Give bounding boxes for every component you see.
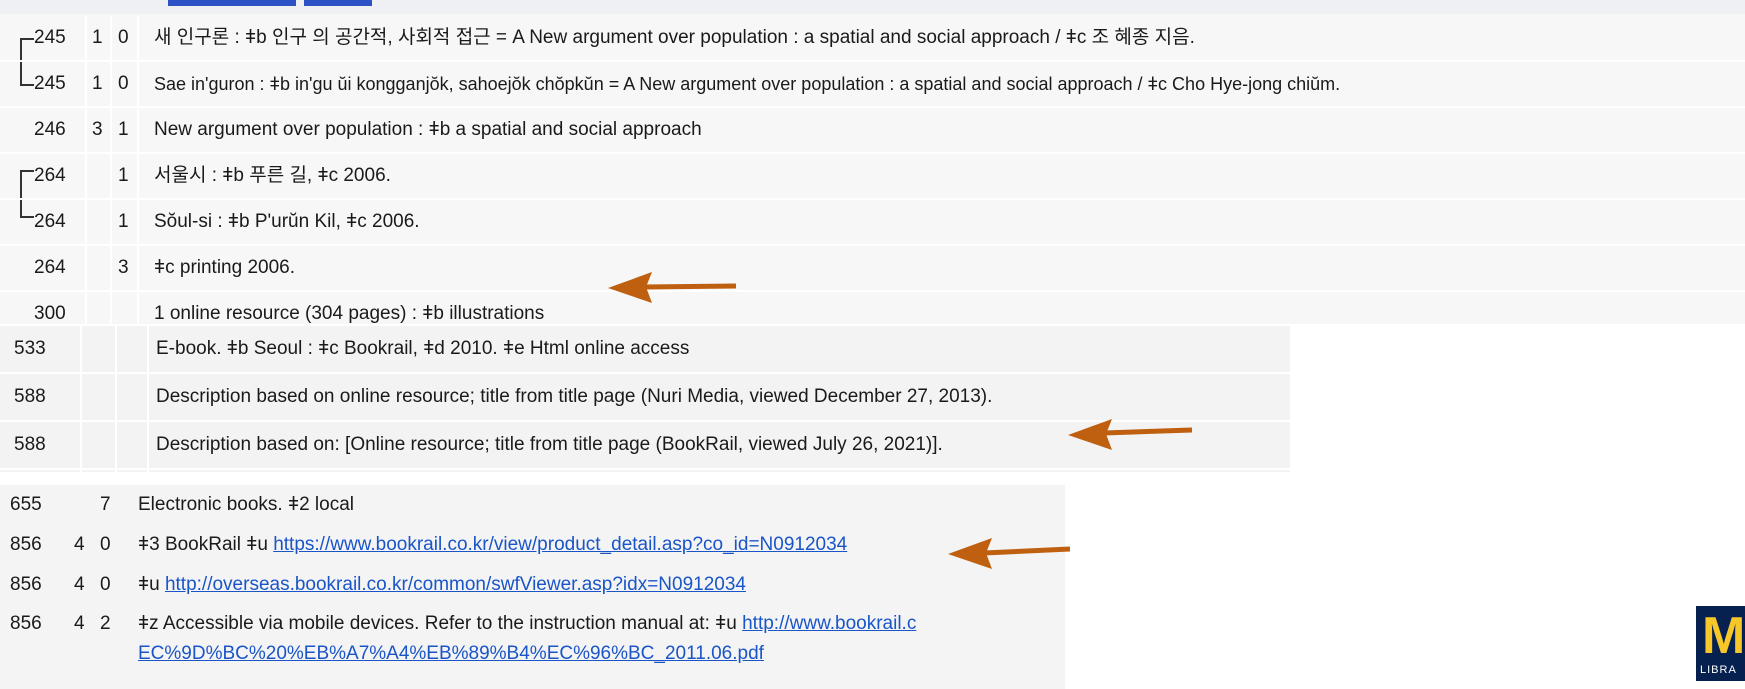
arrow-icon	[1068, 419, 1193, 450]
marc-row[interactable]: 264 1 서울시 : ǂb 푸른 길, ǂc 2006.	[0, 154, 1745, 200]
marc-row[interactable]: 655 7 Electronic books. ǂ2 local	[0, 485, 1065, 525]
overseas-viewer-link[interactable]: http://overseas.bookrail.co.kr/common/sw…	[165, 574, 746, 595]
marc-tag: 246	[34, 119, 66, 140]
marc-ind1: 4	[74, 613, 85, 634]
marc-content: Description based on online resource; ti…	[156, 386, 993, 407]
marc-tag: 245	[34, 27, 66, 48]
marc-row[interactable]: 264 3 ǂc printing 2006.	[0, 246, 1745, 292]
link-fragment	[304, 0, 372, 6]
logo-caption: LIBRA	[1700, 664, 1737, 676]
marc-row[interactable]: 856 4 0 ǂ3 BookRail ǂu https://www.bookr…	[0, 525, 1065, 565]
manual-link[interactable]: http://www.bookrail.c	[742, 613, 916, 634]
marc-rows: 245 1 0 새 인구론 : ǂb 인구 의 공간적, 사회적 접근 = A …	[0, 16, 1745, 338]
marc-content: E-book. ǂb Seoul : ǂc Bookrail, ǂd 2010.…	[156, 338, 690, 359]
marc-row[interactable]: 245 1 0 새 인구론 : ǂb 인구 의 공간적, 사회적 접근 = A …	[0, 16, 1745, 62]
marc-row[interactable]: 856 4 2 ǂz Accessible via mobile devices…	[0, 605, 1065, 675]
marc-tag: 856	[10, 534, 42, 555]
marc-tag: 588	[14, 386, 46, 407]
marc-content: Sŏul-si : ǂb P'urŭn Kil, ǂc 2006.	[154, 211, 420, 232]
marc-tag: 245	[34, 73, 66, 94]
marc-tag: 856	[10, 613, 42, 634]
marc-content: 새 인구론 : ǂb 인구 의 공간적, 사회적 접근 = A New argu…	[154, 27, 1195, 48]
marc-tag: 655	[10, 494, 42, 515]
marc-ind1: 1	[92, 73, 103, 94]
link-fragment	[168, 0, 296, 6]
marc-ind2: 1	[118, 211, 129, 232]
marc-row[interactable]: 264 1 Sŏul-si : ǂb P'urŭn Kil, ǂc 2006.	[0, 200, 1745, 246]
manual-link-continued[interactable]: EC%9D%BC%20%EB%A7%A4%EB%89%B4%EC%96%BC_2…	[138, 643, 764, 664]
marc-subfield: ǂ3 BookRail ǂu	[138, 534, 268, 555]
marc-subfield: ǂz Accessible via mobile devices. Refer …	[138, 613, 737, 634]
marc-tag: 588	[14, 434, 46, 455]
top-strip	[0, 0, 1745, 14]
marc-subject: Electronic books.	[138, 494, 283, 515]
bookrail-product-link[interactable]: https://www.bookrail.co.kr/view/product_…	[273, 534, 847, 555]
marc-row[interactable]: 246 3 1 New argument over population : ǂ…	[0, 108, 1745, 154]
marc-row[interactable]: 533 E-book. ǂb Seoul : ǂc Bookrail, ǂd 2…	[0, 326, 1290, 374]
marc-tag: 856	[10, 574, 42, 595]
marc-ind1: 4	[74, 534, 85, 555]
marc-content: 서울시 : ǂb 푸른 길, ǂc 2006.	[154, 165, 391, 186]
marc-record-slide: { "panel_a": { "rows": [ {"tag": "245", …	[0, 0, 1745, 689]
marc-content: ǂc printing 2006.	[154, 257, 296, 278]
marc-ind2: 0	[100, 534, 111, 555]
marc-ind2: 0	[100, 574, 111, 595]
marc-panel-top: 245 1 0 새 인구론 : ǂb 인구 의 공간적, 사회적 접근 = A …	[0, 0, 1745, 338]
marc-content: ǂu http://overseas.bookrail.co.kr/common…	[138, 565, 746, 605]
marc-content: New argument over population : ǂb a spat…	[154, 119, 702, 140]
marc-ind2: 1	[118, 165, 129, 186]
logo-letter: M	[1702, 607, 1745, 665]
marc-tag: 533	[14, 338, 46, 359]
marc-content: ǂz Accessible via mobile devices. Refer …	[138, 609, 1063, 639]
marc-ind2: 0	[118, 27, 129, 48]
marc-content: Sae in'guron : ǂb in'gu ŭi kongganjŏk, s…	[154, 74, 1341, 94]
arrow-icon	[608, 272, 737, 303]
marc-ind2: 2	[100, 613, 111, 634]
marc-ind2: 1	[118, 119, 129, 140]
marc-ind1: 1	[92, 27, 103, 48]
marc-content: Electronic books. ǂ2 local	[138, 485, 354, 525]
marc-ind1: 4	[74, 574, 85, 595]
marc-ind2: 3	[118, 257, 129, 278]
marc-row[interactable]: 245 1 0 Sae in'guron : ǂb in'gu ŭi kongg…	[0, 62, 1745, 108]
marc-subfield: ǂ2 local	[287, 494, 354, 515]
marc-content: Description based on: [Online resource; …	[156, 434, 943, 455]
marc-tag: 264	[34, 211, 66, 232]
marc-ind2: 0	[118, 73, 129, 94]
marc-ind2: 7	[100, 494, 111, 515]
arrow-icon	[948, 538, 1071, 569]
marc-content-continued: EC%9D%BC%20%EB%A7%A4%EB%89%B4%EC%96%BC_2…	[138, 639, 764, 669]
marc-ind1: 3	[92, 119, 103, 140]
marc-row[interactable]: 856 4 0 ǂu http://overseas.bookrail.co.k…	[0, 565, 1065, 605]
marc-content: ǂ3 BookRail ǂu https://www.bookrail.co.k…	[138, 525, 847, 565]
marc-subfield: ǂu	[138, 574, 160, 595]
marc-panel-bottom: 655 7 Electronic books. ǂ2 local 856 4 0…	[0, 485, 1065, 689]
marc-tag: 264	[34, 165, 66, 186]
university-library-logo: M LIBRA	[1696, 606, 1745, 681]
marc-tag: 264	[34, 257, 66, 278]
